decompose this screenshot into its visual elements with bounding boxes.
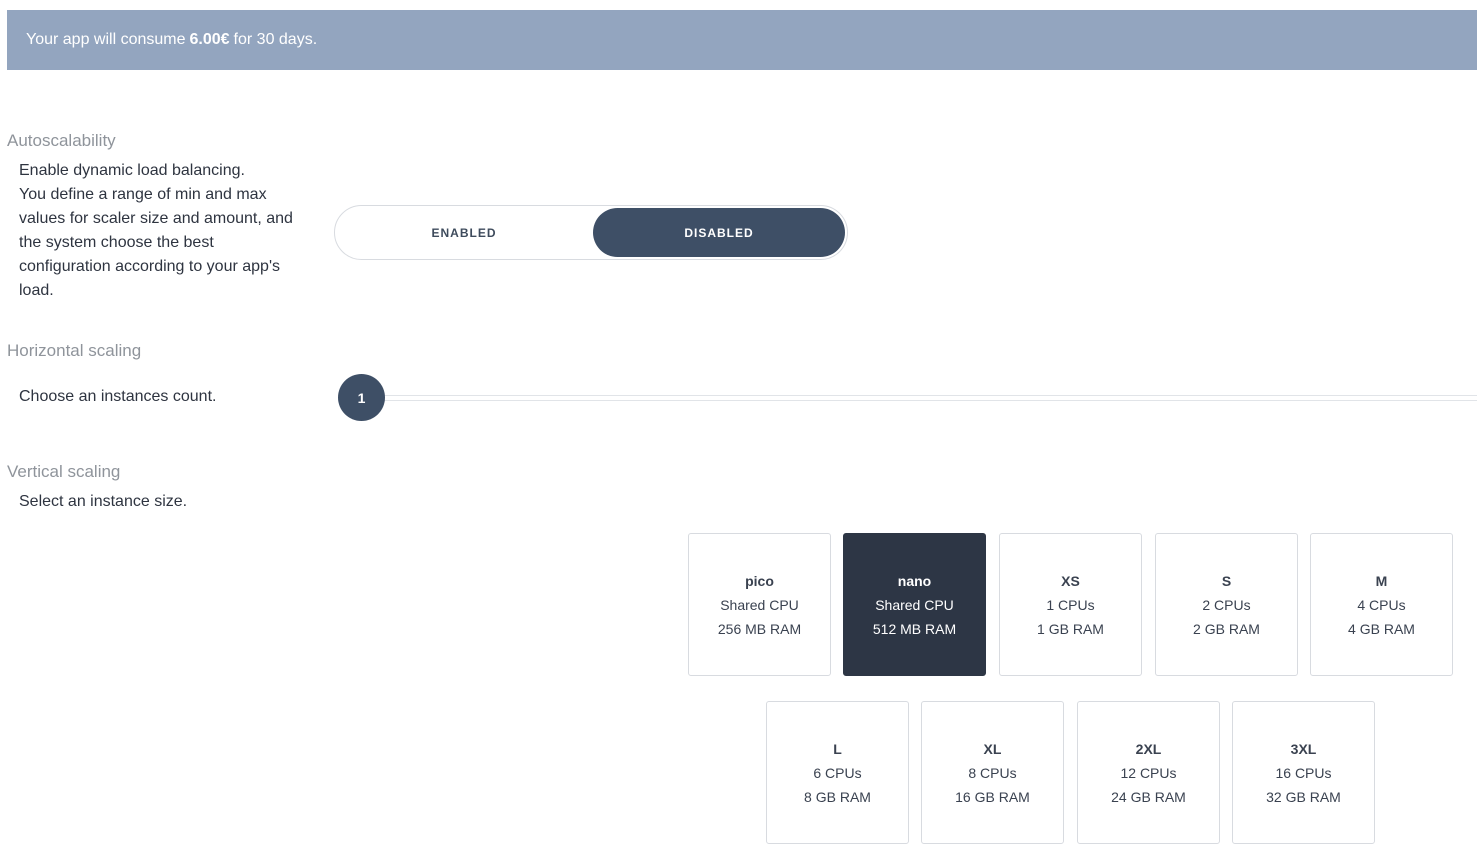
size-card-3xl[interactable]: 3XL 16 CPUs 32 GB RAM xyxy=(1232,701,1375,844)
size-card-2xl[interactable]: 2XL 12 CPUs 24 GB RAM xyxy=(1077,701,1220,844)
size-card-xl[interactable]: XL 8 CPUs 16 GB RAM xyxy=(921,701,1064,844)
size-cpu: 4 CPUs xyxy=(1357,596,1406,613)
autoscalability-description-line: configuration according to your app's xyxy=(19,258,280,275)
size-ram: 32 GB RAM xyxy=(1266,788,1341,805)
size-cpu: Shared CPU xyxy=(720,596,799,613)
autoscalability-toggle: ENABLED DISABLED xyxy=(334,205,848,260)
size-name: XL xyxy=(983,740,1002,757)
size-cpu: 1 CPUs xyxy=(1046,596,1095,613)
size-name: 2XL xyxy=(1135,740,1162,757)
cost-banner: Your app will consume 6.00€ for 30 days. xyxy=(7,10,1477,70)
size-ram: 1 GB RAM xyxy=(1037,620,1104,637)
autoscalability-description-line: the system choose the best xyxy=(19,234,214,251)
size-cpu: 12 CPUs xyxy=(1120,764,1177,781)
autoscalability-description-line: Enable dynamic load balancing. xyxy=(19,162,245,179)
cost-banner-prefix: Your app will consume xyxy=(26,31,186,48)
autoscalability-description: Enable dynamic load balancing. You defin… xyxy=(19,159,293,303)
size-name: S xyxy=(1221,572,1232,589)
toggle-enabled-option[interactable]: ENABLED xyxy=(338,208,590,257)
size-card-pico[interactable]: pico Shared CPU 256 MB RAM xyxy=(688,533,831,676)
size-ram: 8 GB RAM xyxy=(804,788,871,805)
size-cpu: 16 CPUs xyxy=(1275,764,1332,781)
size-name: XS xyxy=(1061,572,1080,589)
size-ram: 256 MB RAM xyxy=(717,620,802,637)
autoscalability-description-line: values for scaler size and amount, and xyxy=(19,210,293,227)
vertical-scaling-description: Select an instance size. xyxy=(19,493,188,510)
autoscalability-description-line: You define a range of min and max xyxy=(19,186,267,203)
size-cpu: 2 CPUs xyxy=(1202,596,1251,613)
size-card-xs[interactable]: XS 1 CPUs 1 GB RAM xyxy=(999,533,1142,676)
horizontal-scaling-description: Choose an instances count. xyxy=(19,388,217,405)
size-card-s[interactable]: S 2 CPUs 2 GB RAM xyxy=(1155,533,1298,676)
size-name: L xyxy=(833,740,842,757)
autoscalability-title: Autoscalability xyxy=(7,131,116,150)
size-card-l[interactable]: L 6 CPUs 8 GB RAM xyxy=(766,701,909,844)
cost-banner-suffix: for 30 days. xyxy=(233,31,318,48)
autoscalability-description-line: load. xyxy=(19,282,54,299)
vertical-scaling-title: Vertical scaling xyxy=(7,462,121,481)
size-cpu: 6 CPUs xyxy=(813,764,862,781)
instances-slider-track[interactable] xyxy=(384,395,1477,401)
size-name: pico xyxy=(745,572,774,589)
size-cpu: 8 CPUs xyxy=(968,764,1017,781)
size-ram: 4 GB RAM xyxy=(1348,620,1415,637)
toggle-disabled-option[interactable]: DISABLED xyxy=(593,208,845,257)
size-cpu: Shared CPU xyxy=(875,596,954,613)
size-card-nano[interactable]: nano Shared CPU 512 MB RAM xyxy=(843,533,986,676)
size-name: M xyxy=(1375,572,1388,589)
size-ram: 512 MB RAM xyxy=(872,620,957,637)
size-card-m[interactable]: M 4 CPUs 4 GB RAM xyxy=(1310,533,1453,676)
instances-slider-handle[interactable]: 1 xyxy=(338,374,385,421)
size-name: 3XL xyxy=(1290,740,1317,757)
cost-amount: 6.00€ xyxy=(189,31,230,48)
size-ram: 2 GB RAM xyxy=(1193,620,1260,637)
size-ram: 24 GB RAM xyxy=(1111,788,1186,805)
size-ram: 16 GB RAM xyxy=(955,788,1030,805)
horizontal-scaling-title: Horizontal scaling xyxy=(7,341,142,360)
size-name: nano xyxy=(897,572,932,589)
